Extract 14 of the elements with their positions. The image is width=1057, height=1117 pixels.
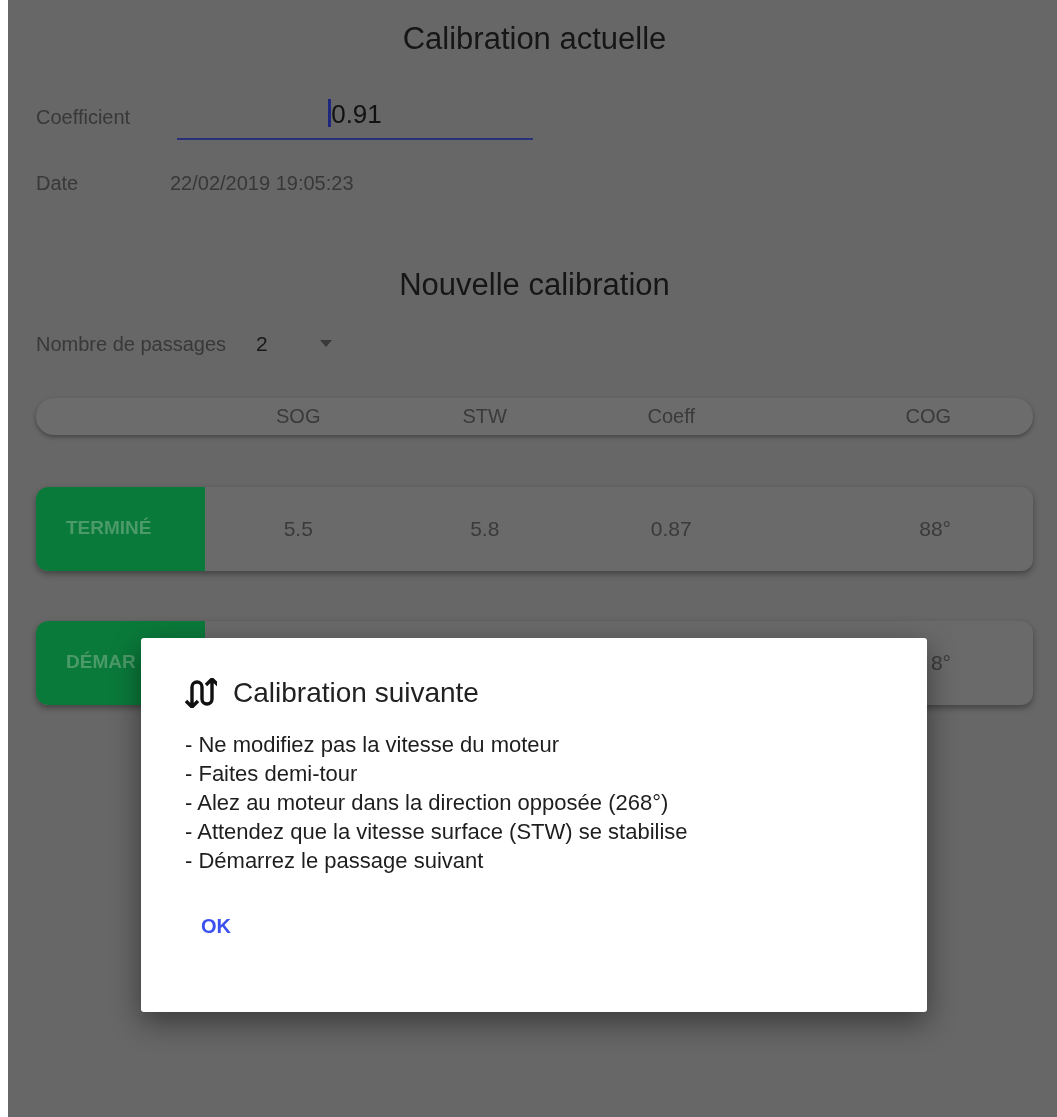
passes-dropdown[interactable]: 2 <box>256 328 332 360</box>
instruction-text: - Démarrez le passage suivant <box>185 847 485 875</box>
u-turn-arrows-icon <box>185 678 217 708</box>
section-title: Nouvelle calibration <box>398 265 671 304</box>
instruction-text: - Attendez que la vitesse surface (STW) se stabilise <box>185 818 689 846</box>
dialog-title: Calibration suivante <box>233 676 479 710</box>
ok-button[interactable]: OK <box>185 905 247 947</box>
section-title: Calibration actuelle <box>401 20 668 58</box>
instruction-text: - Faites demi-tour <box>185 760 359 788</box>
coefficient-field[interactable]: 0.91 <box>177 94 533 140</box>
pass-button[interactable]: TERMINÉ <box>36 486 205 571</box>
instruction-text: - Ne modifiez pas la vitesse du moteur <box>185 731 561 759</box>
instruction-text: - Alez au moteur dans la direction opposée (268°) <box>185 789 670 817</box>
caret-icon <box>319 340 332 348</box>
